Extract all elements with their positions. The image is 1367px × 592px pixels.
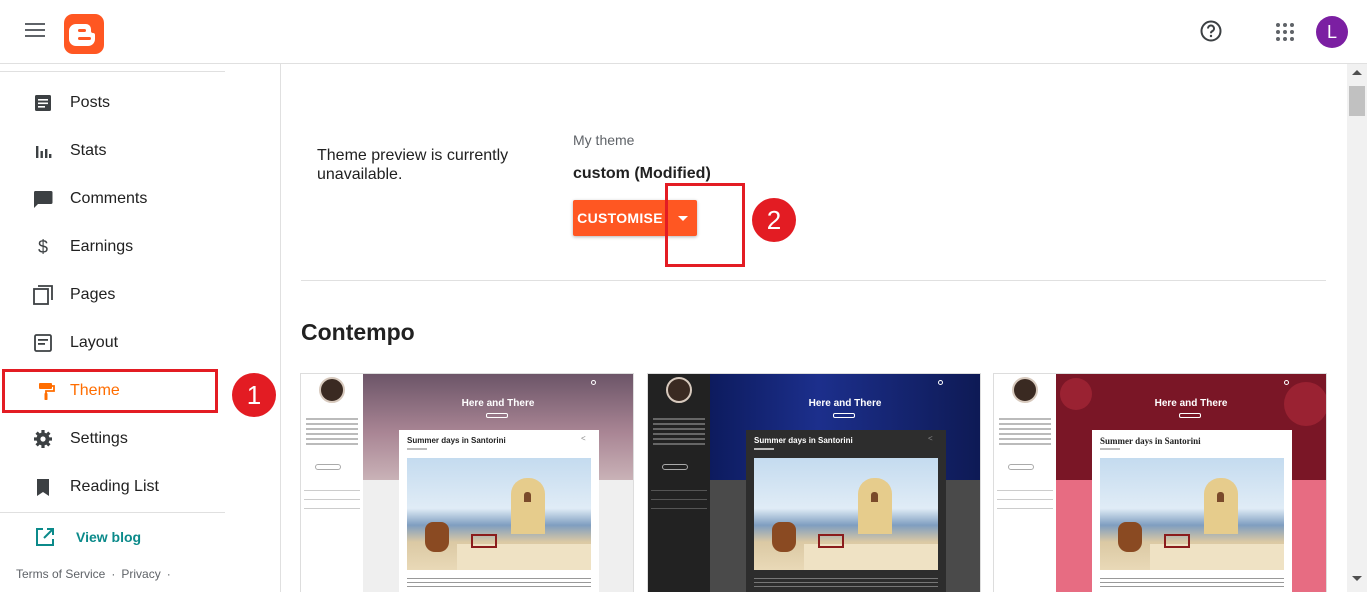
layout-icon: [34, 334, 52, 352]
theme-preview-note: Theme preview is currently unavailable.: [317, 147, 509, 183]
avatar: [319, 377, 345, 403]
privacy-link[interactable]: Privacy: [121, 567, 160, 581]
sidebar-item-label: Posts: [70, 94, 111, 111]
sidebar-item-label: Layout: [70, 334, 119, 351]
stats-icon: [36, 146, 52, 158]
vertical-scrollbar[interactable]: [1347, 64, 1367, 592]
sidebar-item-earnings[interactable]: $ Earnings: [0, 225, 220, 269]
card-post: Summer days in Santorini <: [399, 430, 599, 592]
theme-name: custom (Modified): [573, 165, 711, 182]
card-post: Summer days in Santorini: [1092, 430, 1292, 592]
divider: [0, 71, 225, 72]
card-post-title: Summer days in Santorini: [1100, 436, 1201, 446]
sidebar-item-comments[interactable]: Comments: [0, 177, 220, 221]
step-badge-1: 1: [232, 373, 276, 417]
customise-button[interactable]: CUSTOMISE: [573, 200, 667, 236]
my-theme-label: My theme: [573, 132, 635, 148]
sidebar-item-label: Pages: [70, 286, 116, 303]
card-blog-title: Here and There: [1154, 398, 1228, 409]
comments-icon: [33, 191, 53, 208]
dollar-icon: $: [38, 237, 48, 257]
sidebar-item-settings[interactable]: Settings: [0, 417, 220, 461]
share-icon: <: [928, 434, 933, 443]
step-badge-2: 2: [752, 198, 796, 242]
section-title: Contempo: [301, 319, 415, 345]
sidebar-item-label: Theme: [70, 382, 120, 399]
sidebar-item-theme[interactable]: Theme: [2, 369, 218, 413]
search-icon: [591, 380, 596, 385]
sidebar-item-layout[interactable]: Layout: [0, 321, 220, 365]
card-sidebar: [994, 374, 1056, 592]
sidebar-item-label: Settings: [70, 430, 128, 447]
sidebar: Posts Stats Comments $ Earnings Pages La…: [0, 64, 281, 592]
sidebar-item-reading-list[interactable]: Reading List: [0, 465, 220, 509]
divider: [0, 512, 225, 513]
card-sidebar: [301, 374, 363, 592]
avatar: [666, 377, 692, 403]
share-icon: <: [581, 434, 586, 443]
card-blog-title: Here and There: [461, 398, 535, 409]
card-post: Summer days in Santorini <: [746, 430, 946, 592]
footer-links: Terms of Service · Privacy ·: [16, 567, 171, 581]
theme-card-light[interactable]: Here and There Summer days in Santorini …: [301, 374, 633, 592]
theme-card-dark[interactable]: Here and There Summer days in Santorini …: [648, 374, 980, 592]
paint-roller-icon: [39, 383, 55, 400]
sidebar-item-posts[interactable]: Posts: [0, 81, 220, 125]
avatar[interactable]: L: [1316, 16, 1348, 48]
svg-text:$: $: [38, 237, 48, 257]
scrollbar-thumb[interactable]: [1349, 86, 1365, 116]
card-blog-title: Here and There: [808, 398, 882, 409]
theme-card-rose[interactable]: Here and There Summer days in Santorini: [994, 374, 1326, 592]
highlight-box: [665, 183, 745, 267]
card-post-title: Summer days in Santorini: [754, 436, 853, 445]
top-app-bar: L: [0, 0, 1367, 64]
bookmark-icon: [37, 479, 49, 496]
hamburger-menu-icon[interactable]: [25, 23, 45, 39]
card-sidebar: [648, 374, 710, 592]
open-external-icon: [36, 528, 54, 546]
santorini-photo: [754, 458, 938, 570]
divider: [301, 280, 1326, 281]
sidebar-item-pages[interactable]: Pages: [0, 273, 220, 317]
gear-icon: [34, 430, 52, 448]
santorini-photo: [1100, 458, 1284, 570]
search-icon: [1284, 380, 1289, 385]
card-post-title: Summer days in Santorini: [407, 436, 506, 445]
main-content: Theme preview is currently unavailable. …: [281, 64, 1347, 592]
sidebar-item-label: Reading List: [70, 478, 159, 495]
sidebar-item-label: Earnings: [70, 238, 134, 255]
sidebar-item-label: Comments: [70, 190, 148, 207]
scroll-up-arrow-icon[interactable]: [1352, 70, 1362, 75]
posts-icon: [35, 95, 51, 111]
search-icon: [938, 380, 943, 385]
terms-link[interactable]: Terms of Service: [16, 567, 105, 581]
avatar: [1012, 377, 1038, 403]
scroll-down-arrow-icon[interactable]: [1352, 576, 1362, 581]
sidebar-item-stats[interactable]: Stats: [0, 129, 220, 173]
apps-grid-icon[interactable]: [1274, 21, 1296, 43]
blogger-logo-icon[interactable]: [64, 14, 104, 54]
santorini-photo: [407, 458, 591, 570]
sidebar-item-label: Stats: [70, 142, 107, 159]
pages-icon: [33, 285, 53, 305]
help-circle-icon[interactable]: [1198, 18, 1224, 44]
